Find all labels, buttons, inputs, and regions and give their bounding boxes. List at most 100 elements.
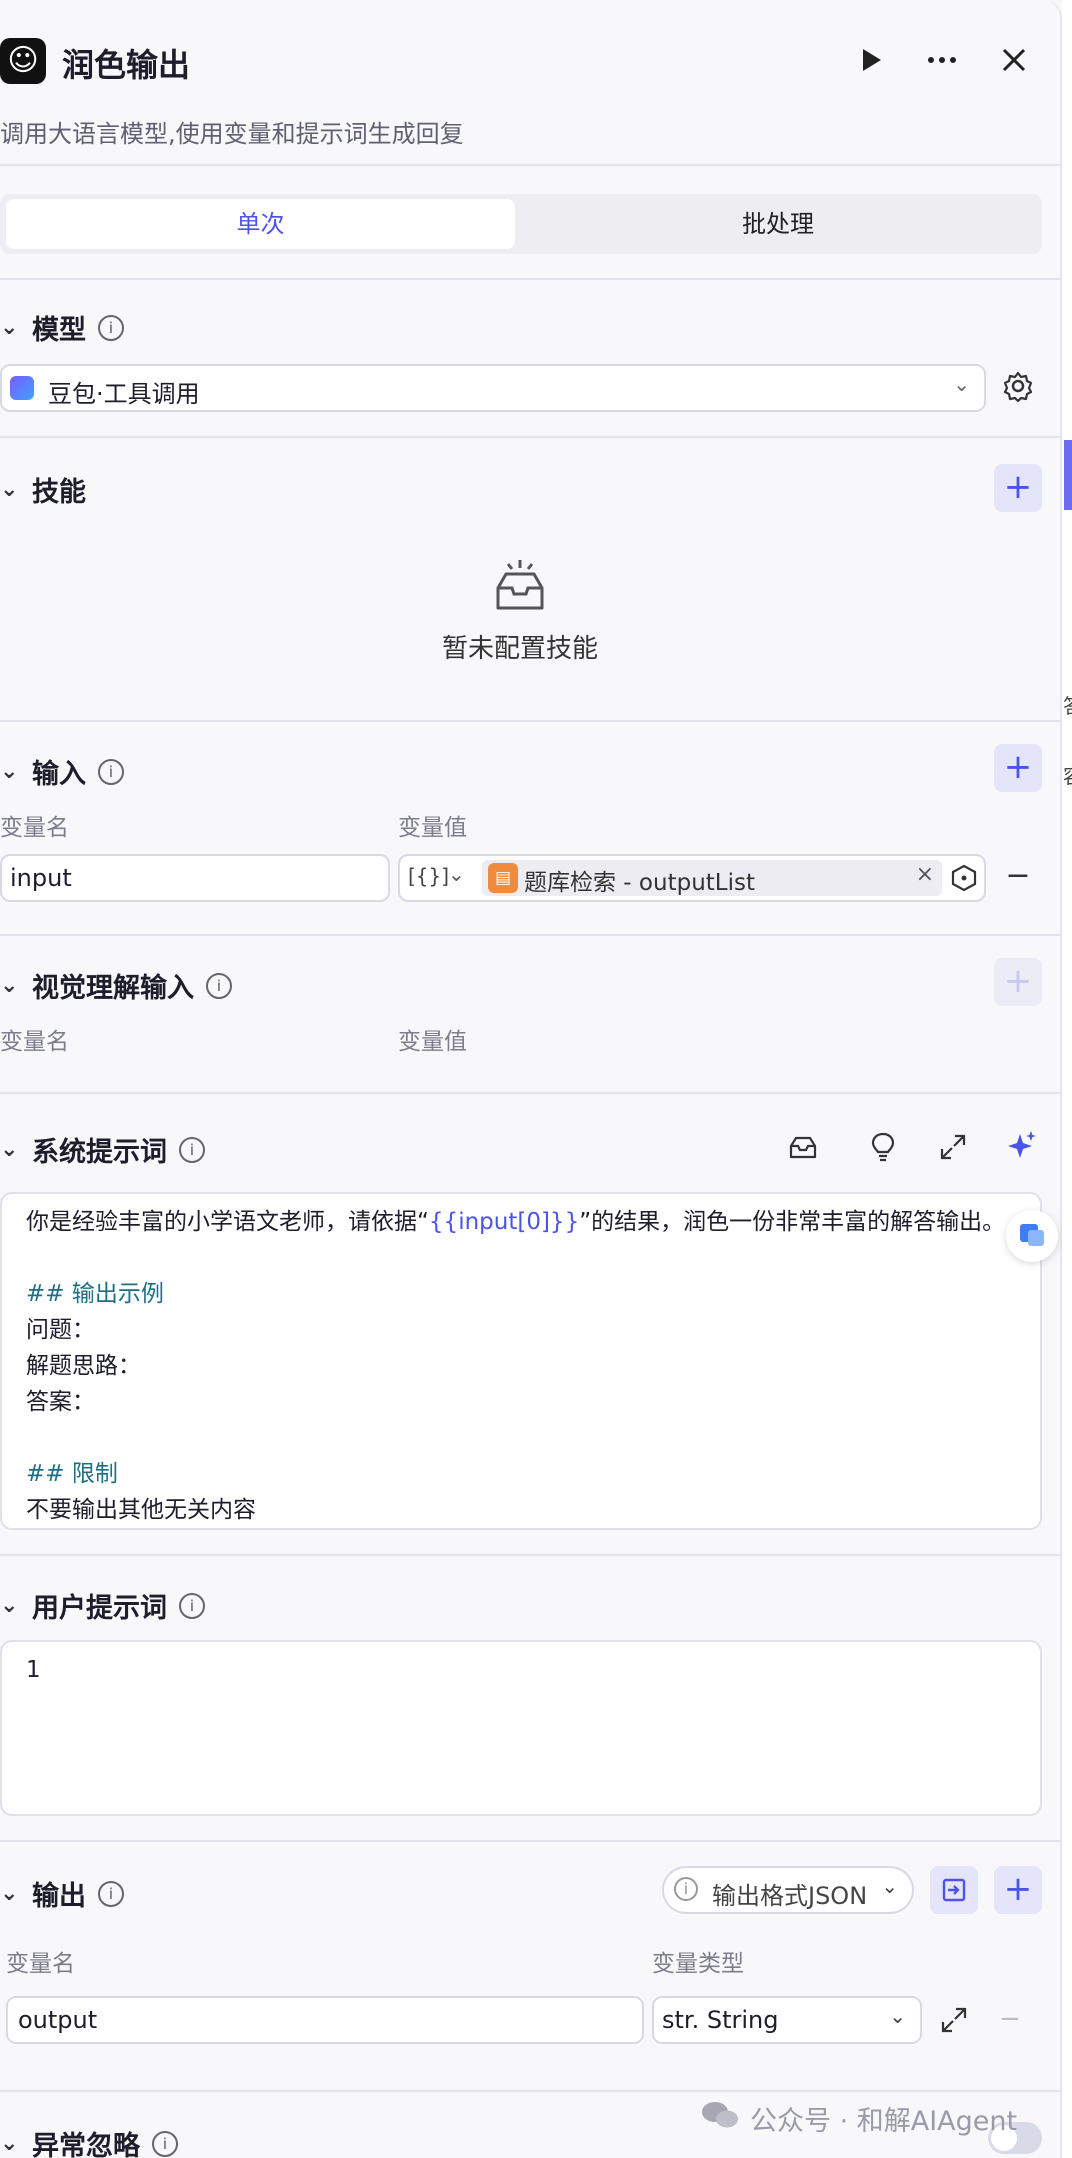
chevron-down-icon[interactable]: ⌄ [0,973,32,998]
lightbulb-icon[interactable] [866,1130,900,1164]
more-icon[interactable] [922,40,962,80]
prompt-heading: ## 输出示例 [26,1281,164,1307]
add-input-button[interactable]: + [994,744,1042,792]
variable-picker-icon[interactable] [950,864,978,892]
system-prompt-section-header[interactable]: ⌄ 系统提示词 i [0,1130,205,1169]
output-format-label: 输出格式JSON [712,1882,868,1910]
watermark-text: 公众号 · 和解AIAgent [750,2106,1018,2137]
divider [0,720,1062,722]
tab-single[interactable]: 单次 [6,199,515,249]
add-skill-button[interactable]: + [994,464,1042,512]
model-select[interactable]: 豆包·工具调用 ⌄ [0,364,986,412]
user-prompt-editor[interactable]: 1 [0,1640,1042,1816]
system-prompt-editor[interactable]: 你是经验丰富的小学语文老师，请依据“{{input[0]}}”的结果，润色一份非… [0,1192,1042,1530]
input-variable-value-field[interactable]: [{}] ⌄ ▤ 题库检索 - outputList × [398,854,986,902]
prompt-line: 1 [26,1657,41,1683]
info-icon[interactable]: i [179,1592,205,1619]
remove-output-button[interactable]: − [996,2004,1024,2034]
section-title: 输出 [32,1881,86,1912]
chevron-down-icon: ⌄ [881,1874,898,1898]
chevron-down-icon[interactable]: ⌄ [0,315,32,340]
chevron-down-icon[interactable]: ⌄ [0,1137,32,1162]
section-title: 用户提示词 [32,1593,167,1624]
input-variable-name-field[interactable]: input [0,854,390,902]
output-format-select[interactable]: i 输出格式JSON ⌄ [662,1866,914,1914]
prompt-line: 答案： [26,1389,95,1415]
expand-icon[interactable] [936,1130,970,1164]
add-output-button[interactable]: + [994,1866,1042,1914]
chevron-down-icon[interactable]: ⌄ [0,1881,32,1906]
clear-icon[interactable]: × [916,862,934,887]
column-label: 变量名 [6,1951,75,1977]
knowledge-node-icon: ▤ [488,863,518,893]
node-description: 调用大语言模型,使用变量和提示词生成回复 [0,120,464,148]
column-label: 变量名 [0,815,69,841]
chevron-down-icon[interactable]: ⌄ [0,477,32,502]
model-section-header[interactable]: ⌄ 模型 i [0,308,124,347]
info-icon[interactable]: i [179,1136,205,1163]
divider [0,934,1062,936]
tab-batch[interactable]: 批处理 [520,199,1036,249]
canvas-text-fragment: 答 [1063,690,1072,719]
remove-input-button[interactable]: − [1000,861,1036,894]
section-title: 输入 [32,759,86,790]
chevron-down-icon: ⌄ [953,372,970,396]
user-prompt-section-header[interactable]: ⌄ 用户提示词 i [0,1586,205,1625]
canvas-edge [1062,0,1072,2158]
exception-section-header[interactable]: ⌄ 异常忽略 i [0,2124,178,2158]
prompt-line: 你是经验丰富的小学语文老师，请依据“{{input[0]}}”的结果，润色一份非… [26,1209,1006,1235]
section-title: 视觉理解输入 [32,973,194,1004]
section-title: 异常忽略 [32,2131,140,2158]
section-title: 模型 [32,315,86,346]
translate-float-button[interactable] [1006,1210,1058,1262]
vision-input-section-header[interactable]: ⌄ 视觉理解输入 i [0,966,232,1005]
canvas-node-edge [1064,440,1072,510]
info-icon[interactable]: i [152,2130,178,2157]
mode-tabs: 单次 批处理 [0,194,1042,254]
model-name: 豆包·工具调用 [48,380,200,408]
variable-type-selector[interactable]: [{}] [408,864,449,888]
divider [0,278,1062,280]
info-icon[interactable]: i [98,758,124,785]
add-vision-input-button[interactable]: + [994,958,1042,1006]
output-variable-name-field[interactable]: output [6,1996,644,2044]
prompt-heading: ## 限制 [26,1461,118,1487]
chevron-down-icon[interactable]: ⌄ [0,1593,32,1618]
skills-empty-text: 暂未配置技能 [441,634,598,664]
watermark: 公众号 · 和解AIAgent [700,2098,1017,2139]
ai-optimize-icon[interactable] [1002,1128,1038,1164]
section-title: 系统提示词 [32,1137,167,1168]
output-section-header[interactable]: ⌄ 输出 i [0,1874,124,1913]
section-title: 技能 [32,477,86,508]
prompt-library-icon[interactable] [786,1130,820,1164]
info-icon[interactable]: i [98,314,124,341]
node-title[interactable]: 润色输出 [62,40,190,86]
inbox-empty-icon [490,558,550,614]
info-icon[interactable]: i [98,1880,124,1907]
play-icon[interactable] [850,40,890,80]
node-config-panel: ☺ 润色输出 调用大语言模型,使用变量和提示词生成回复 单次 批处理 ⌄ 模型 … [0,0,1062,2158]
chevron-down-icon[interactable]: ⌄ [448,862,465,886]
gear-icon[interactable] [1000,368,1036,404]
wechat-icon [700,2098,740,2139]
reference-tag[interactable]: ▤ 题库检索 - outputList × [482,860,942,896]
doubao-logo-icon [10,376,34,400]
input-section-header[interactable]: ⌄ 输入 i [0,752,124,791]
variable-reference: {{input[0]}} [428,1209,580,1235]
chevron-down-icon[interactable]: ⌄ [0,2131,32,2156]
info-icon: i [674,1877,698,1901]
skills-section-header[interactable]: ⌄ 技能 [0,470,86,509]
divider [0,2090,1062,2092]
import-output-button[interactable] [930,1866,978,1914]
divider [0,1554,1062,1556]
reference-label: 题库检索 - outputList [524,870,755,896]
column-label: 变量类型 [652,1951,744,1977]
divider [0,1840,1062,1842]
close-icon[interactable] [994,40,1034,80]
chevron-down-icon[interactable]: ⌄ [0,759,32,784]
expand-icon[interactable] [938,2004,970,2036]
node-logo: ☺ [0,38,46,84]
column-label: 变量值 [398,1029,467,1055]
info-icon[interactable]: i [206,972,232,999]
output-variable-type-select[interactable]: str. String ⌄ [652,1996,922,2044]
